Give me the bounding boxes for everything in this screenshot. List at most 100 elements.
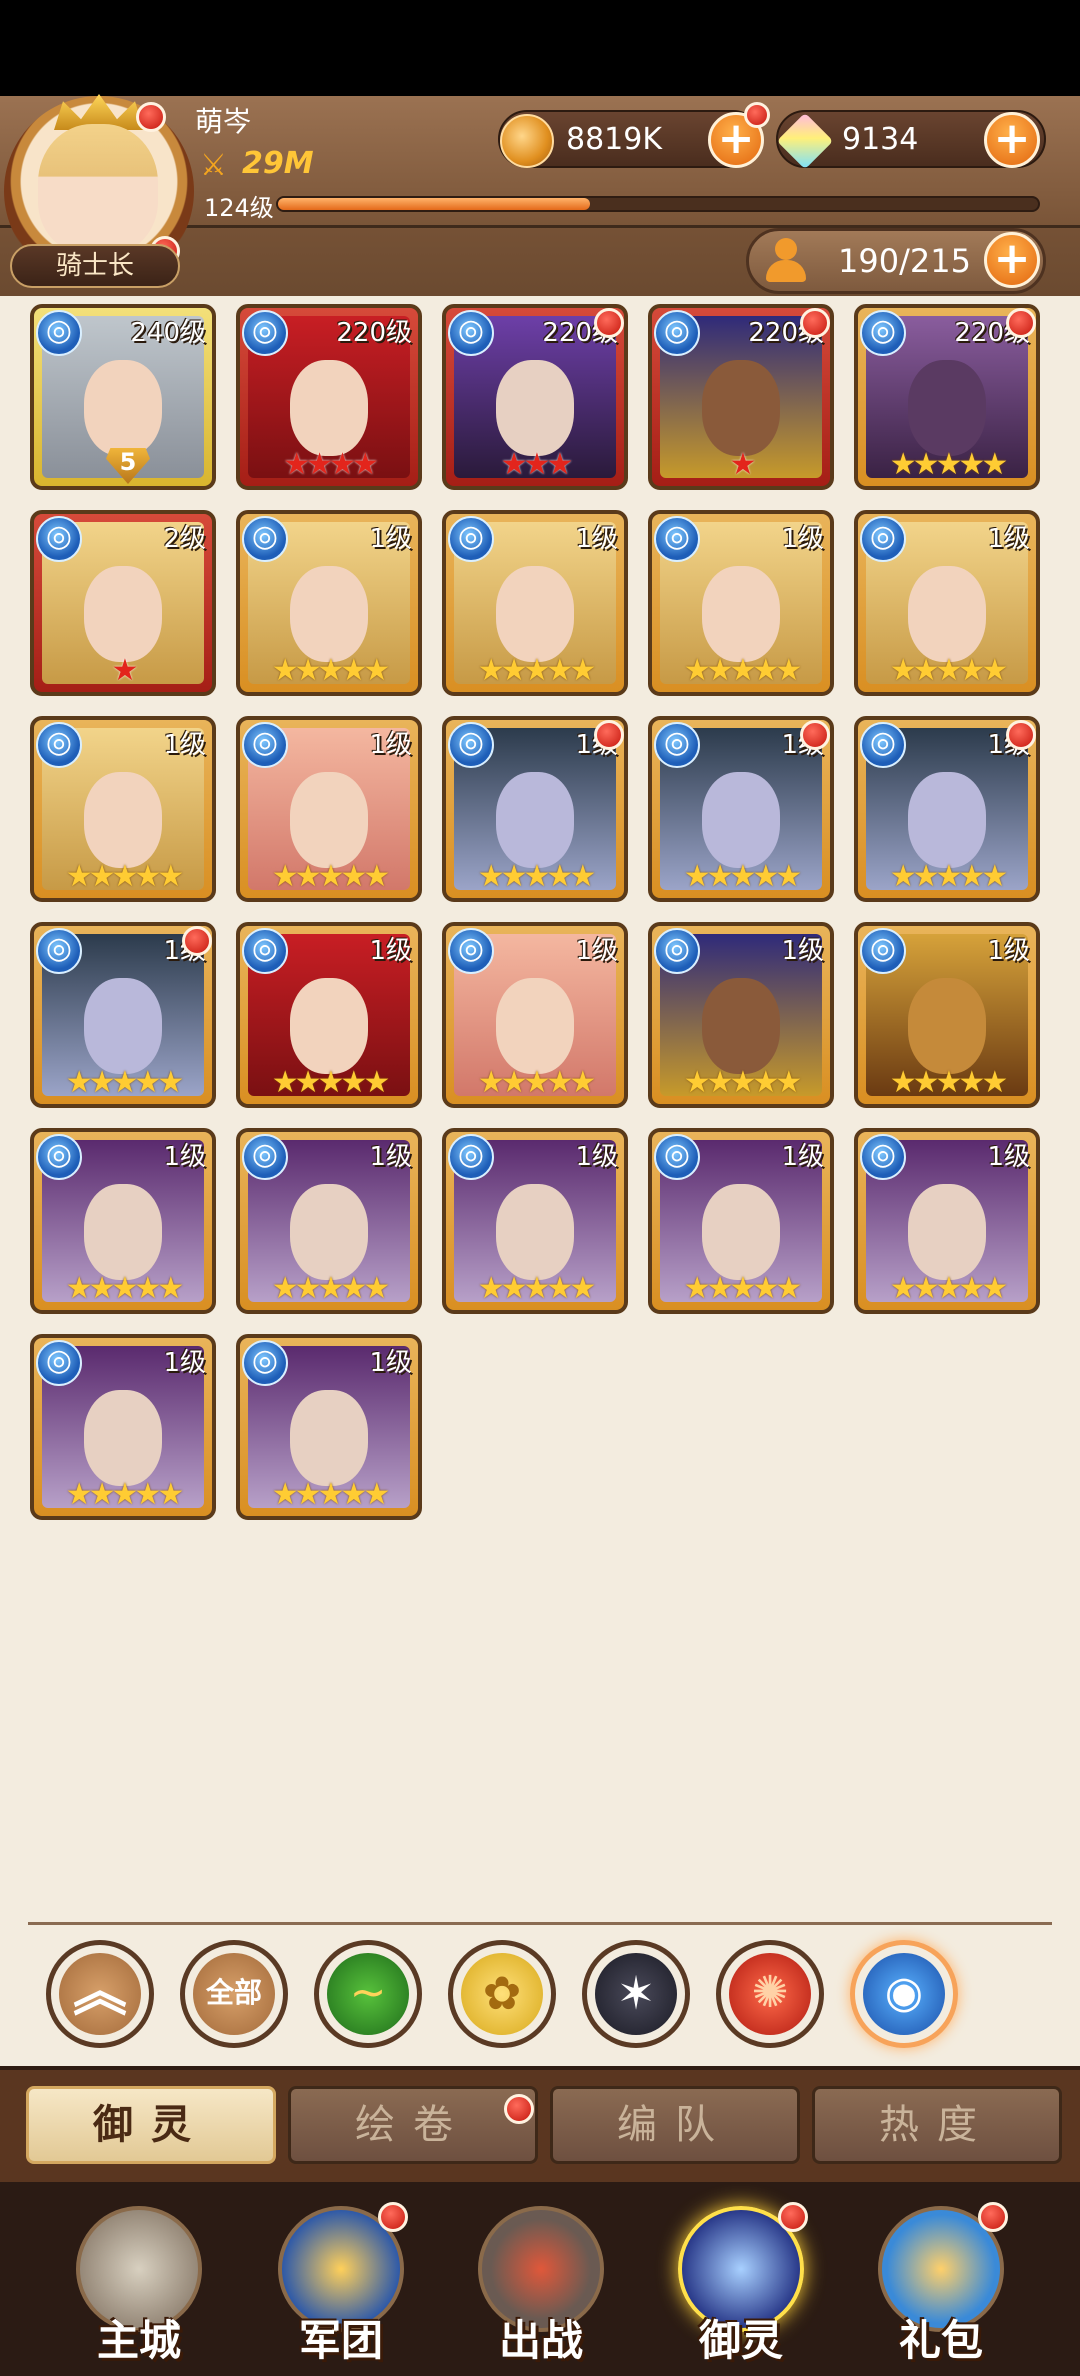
rank-shield-icon: 5 — [106, 448, 150, 484]
hero-notification-dot — [594, 308, 624, 338]
water-faction-icon: ◎ — [448, 1134, 494, 1180]
nav-label: 御灵 — [698, 2316, 783, 2365]
tab-formation[interactable]: 编队 — [550, 2086, 800, 2164]
water-faction-icon: ◎ — [860, 928, 906, 974]
hero-card[interactable]: ◎ 1级 ★★★★★ — [236, 1128, 422, 1314]
hero-card[interactable]: ◎ 1级 ★★★★★ — [854, 1128, 1040, 1314]
hero-face — [84, 566, 162, 662]
hero-card[interactable]: ◎ 1级 ★★★★★ — [236, 716, 422, 902]
gift-notification-dot — [978, 2202, 1008, 2232]
hero-face — [702, 566, 780, 662]
combat-power: 29M — [242, 146, 314, 181]
water-faction-icon: ◎ — [860, 516, 906, 562]
tab-scrolls[interactable]: 绘卷 — [288, 2086, 538, 2164]
hero-card[interactable]: ◎ 1级 ★★★★★ — [854, 922, 1040, 1108]
hero-card[interactable]: ◎ 1级 ★★★★★ — [648, 1128, 834, 1314]
hero-card[interactable]: ◎ 240级 5 — [30, 304, 216, 490]
hero-card[interactable]: ◎ 220级 ★★★★★ — [854, 304, 1040, 490]
hero-face — [84, 360, 162, 456]
gold-amount: 8819K — [566, 122, 663, 157]
hero-card[interactable]: ◎ 1级 ★★★★★ — [442, 922, 628, 1108]
tab-spirits[interactable]: 御灵 — [26, 2086, 276, 2164]
status-bar — [0, 0, 1080, 96]
hero-level: 1级 — [987, 936, 1030, 966]
hero-card[interactable]: ◎ 1级 ★★★★★ — [236, 1334, 422, 1520]
nav-spirits[interactable]: 御灵 — [656, 2196, 826, 2372]
hero-level: 220级 — [336, 318, 412, 348]
hero-face — [290, 978, 368, 1074]
hero-card[interactable]: ◎ 1级 ★★★★★ — [30, 1128, 216, 1314]
filter-dark-button[interactable]: ✶ — [582, 1940, 690, 2048]
star-rating: ★★★★★ — [889, 653, 1008, 688]
hero-card[interactable]: ◎ 220级 ★★★ — [442, 304, 628, 490]
nav-gift-pack[interactable]: 礼包 — [856, 2196, 1026, 2372]
hero-face — [84, 1390, 162, 1486]
filter-light-button[interactable]: ✿ — [448, 1940, 556, 2048]
hero-level: 1级 — [369, 524, 412, 554]
hero-card[interactable]: ◎ 1级 ★★★★★ — [854, 716, 1040, 902]
scrolls-notification-dot — [504, 2094, 534, 2124]
hero-card[interactable]: ◎ 1级 ★★★★★ — [30, 922, 216, 1108]
nav-main-city[interactable]: 主城 — [54, 2196, 224, 2372]
nav-legion[interactable]: 军团 — [256, 2196, 426, 2372]
avatar-notification-dot — [136, 102, 166, 132]
hero-level: 1级 — [575, 524, 618, 554]
gold-notification-dot — [744, 102, 770, 128]
star-rating: ★★★★★ — [683, 1271, 802, 1306]
filter-water-button[interactable]: ◉ — [850, 1940, 958, 2048]
water-faction-icon: ◎ — [448, 928, 494, 974]
hero-card[interactable]: ◎ 1级 ★★★★★ — [236, 922, 422, 1108]
gem-amount: 9134 — [842, 122, 919, 157]
hero-card[interactable]: ◎ 1级 ★★★★★ — [854, 510, 1040, 696]
hero-card[interactable]: ◎ 1级 ★★★★★ — [236, 510, 422, 696]
hero-face — [84, 772, 162, 868]
hero-card[interactable]: ◎ 1级 ★★★★★ — [648, 716, 834, 902]
hero-notification-dot — [1006, 720, 1036, 750]
hero-card[interactable]: ◎ 1级 ★★★★★ — [648, 922, 834, 1108]
nav-label: 礼包 — [898, 2316, 983, 2365]
hero-card[interactable]: ◎ 220级 ★ — [648, 304, 834, 490]
hero-level: 1级 — [369, 1348, 412, 1378]
dark-faction-icon: ✶ — [595, 1953, 677, 2035]
rank-badge: 骑士长 — [10, 244, 180, 288]
hero-face — [908, 978, 986, 1074]
star-rating: ★★★★★ — [889, 859, 1008, 894]
hero-face — [496, 978, 574, 1074]
filter-all-button[interactable]: 全部 — [180, 1940, 288, 2048]
hero-card[interactable]: ◎ 1级 ★★★★★ — [30, 716, 216, 902]
water-faction-icon: ◎ — [242, 516, 288, 562]
hero-level: 240级 — [130, 318, 206, 348]
nav-label: 主城 — [96, 2316, 181, 2365]
star-rating: ★★★★★ — [889, 447, 1008, 482]
add-gems-button[interactable]: + — [984, 112, 1040, 168]
star-rating: ★★★★★ — [65, 1477, 184, 1512]
hero-face — [496, 360, 574, 456]
hero-face — [496, 1184, 574, 1280]
star-rating: ★★★ — [500, 447, 574, 482]
hero-level: 1级 — [781, 524, 824, 554]
hero-card[interactable]: ◎ 1级 ★★★★★ — [442, 510, 628, 696]
hero-card[interactable]: ◎ 1级 ★★★★★ — [442, 716, 628, 902]
hero-card[interactable]: ◎ 2级 ★ — [30, 510, 216, 696]
water-faction-icon: ◎ — [36, 516, 82, 562]
filter-nature-button[interactable]: ~ — [314, 1940, 422, 2048]
water-faction-icon: ◎ — [36, 310, 82, 356]
water-faction-icon: ◎ — [448, 516, 494, 562]
collapse-button[interactable]: ︽ — [46, 1940, 154, 2048]
hero-face — [84, 1184, 162, 1280]
tab-popularity[interactable]: 热度 — [812, 2086, 1062, 2164]
hero-card[interactable]: ◎ 220级 ★★★★ — [236, 304, 422, 490]
expand-roster-button[interactable]: + — [984, 232, 1040, 288]
star-rating: ★★★★★ — [271, 1065, 390, 1100]
filter-fire-button[interactable]: ✺ — [716, 1940, 824, 2048]
nav-battle[interactable]: 出战 — [456, 2196, 626, 2372]
hero-card[interactable]: ◎ 1级 ★★★★★ — [30, 1334, 216, 1520]
hero-face — [702, 1184, 780, 1280]
hero-face — [908, 1184, 986, 1280]
hero-card[interactable]: ◎ 1级 ★★★★★ — [442, 1128, 628, 1314]
hero-face — [496, 772, 574, 868]
hero-card[interactable]: ◎ 1级 ★★★★★ — [648, 510, 834, 696]
crossed-swords-icon: ⚔ — [200, 148, 227, 183]
hero-level: 1级 — [781, 936, 824, 966]
water-faction-icon: ◎ — [242, 1134, 288, 1180]
